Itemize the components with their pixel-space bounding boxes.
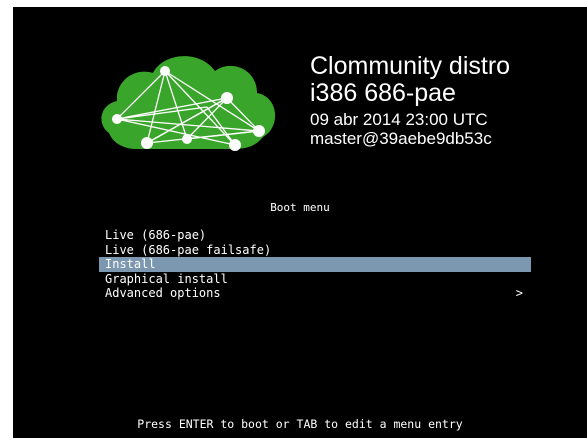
clommunity-cloud-logo — [101, 56, 276, 151]
menu-item-label: Graphical install — [105, 271, 228, 286]
menu-item-label: Install — [105, 257, 156, 272]
boot-menu: Live (686-pae) Live (686-pae failsafe) I… — [99, 228, 531, 301]
boot-hint: Press ENTER to boot or TAB to edit a men… — [137, 417, 463, 431]
menu-item-label: Advanced options — [105, 286, 221, 301]
menu-item-install[interactable]: Install — [99, 257, 531, 272]
distro-title: Clommunity distro — [310, 52, 511, 80]
distro-architecture: i386 686-pae — [310, 79, 456, 107]
menu-item-label: Live (686-pae failsafe) — [105, 242, 272, 257]
menu-item-label: Live (686-pae) — [105, 228, 207, 242]
boot-screen: Clommunity distro i386 686-pae 09 abr 20… — [13, 7, 587, 438]
menu-item-advanced-options[interactable]: Advanced options > — [99, 286, 531, 301]
menu-item-live-failsafe[interactable]: Live (686-pae failsafe) — [99, 243, 531, 258]
build-id: master@39aebe9db53c — [310, 129, 492, 148]
build-date: 09 abr 2014 23:00 UTC — [310, 110, 488, 129]
boot-menu-title: Boot menu — [270, 201, 330, 214]
submenu-arrow-icon: > — [515, 286, 523, 301]
menu-item-graphical-install[interactable]: Graphical install — [99, 272, 531, 287]
menu-item-live[interactable]: Live (686-pae) — [99, 228, 531, 243]
